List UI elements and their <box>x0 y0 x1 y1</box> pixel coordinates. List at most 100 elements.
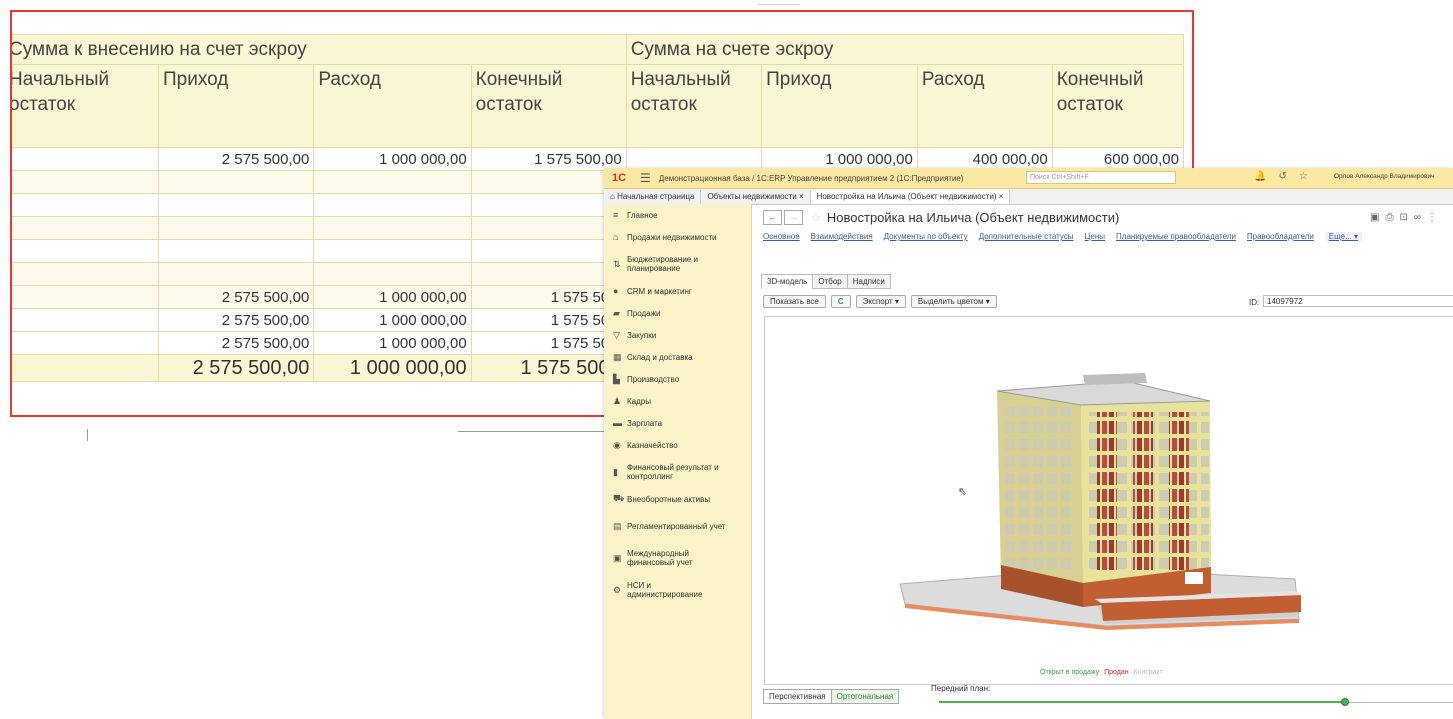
table-cell <box>158 262 315 286</box>
tab-real-estate-objects[interactable]: Объекты недвижимости × <box>701 190 811 204</box>
table-cell <box>158 193 315 217</box>
total-cell: 1 000 000,00 <box>313 354 472 382</box>
more-vertical-icon[interactable]: ⋮ <box>1427 212 1443 223</box>
refresh-icon[interactable]: C <box>830 295 851 308</box>
link-planned-owners[interactable]: Планируемые правообладатели <box>1116 232 1236 241</box>
more-menu-button[interactable]: Еще... ▾ <box>1324 232 1362 241</box>
link-interactions[interactable]: Взаимодействия <box>811 232 873 241</box>
sidebar-item-label: Производство <box>627 374 680 384</box>
doc-icon: ▤ <box>613 520 622 531</box>
table-cell: 2 575 500,00 <box>158 331 315 355</box>
hamburger-menu-icon[interactable]: ☰ <box>640 171 651 185</box>
sidebar-item-label: Внеоборотные активы <box>627 494 711 504</box>
sidebar-item-main[interactable]: ≡ Главное <box>604 204 751 226</box>
back-arrow-icon[interactable]: ← <box>763 210 782 225</box>
sidebar-item-warehouse[interactable]: ▦ Склад и доставка <box>604 346 751 368</box>
slider-handle[interactable] <box>1340 698 1349 706</box>
sidebar-item-production[interactable]: ▙ Производство <box>604 368 751 390</box>
table-cell: 1 000 000,00 <box>313 147 472 171</box>
sidebar-item-label: Продажи <box>627 308 661 318</box>
sidebar-item-financial-result[interactable]: ▮ Финансовый результат и контроллинг <box>604 456 751 488</box>
legend-contract: Контракт <box>1133 669 1163 676</box>
link-owners[interactable]: Правообладатели <box>1247 232 1314 241</box>
3d-model-viewport[interactable]: Открыт в продажу Продан Контракт ⇖ <box>764 316 1453 685</box>
table-cell: 2 575 500,00 <box>158 147 315 171</box>
highlight-color-button[interactable]: Выделить цветом ▾ <box>910 295 997 308</box>
link-extra-statuses[interactable]: Дополнительные статусы <box>979 232 1074 241</box>
tab-3d-model[interactable]: 3D-модель <box>761 274 814 289</box>
title-bar: 1С ☰ Демонстрационная база / 1С:ERP Упра… <box>604 168 1453 189</box>
person-icon: ♟ <box>613 395 622 406</box>
table-cell <box>12 239 160 263</box>
table-cell: 1 575 500, <box>470 308 627 332</box>
table-cell: 1 000 000,00 <box>313 308 472 332</box>
export-button[interactable]: Экспорт ▾ <box>855 295 906 308</box>
col-header-out: Расход <box>916 64 1053 148</box>
table-cell: 1 000 000,00 <box>313 331 472 355</box>
sidebar-item-fixed-assets[interactable]: ⛟ Внеоборотные активы <box>604 488 751 510</box>
table-cell: 2 575 500,00 <box>158 285 315 309</box>
bell-icon[interactable]: 🔔 <box>1254 171 1278 182</box>
tab-new-building[interactable]: Новостройка на Ильича (Объект недвижимос… <box>810 190 1011 204</box>
sidebar-item-label: CRM и маркетинг <box>627 286 692 296</box>
table-cell: 1 000 000,00 <box>313 285 472 309</box>
col-header-in: Приход <box>158 64 315 148</box>
sidebar-item-admin[interactable]: ⚙ НСИ и администрирование <box>604 574 751 606</box>
sidebar-item-label: Бюджетирование и планирование <box>627 255 698 273</box>
sidebar-item-sales[interactable]: ▰ Продажи <box>604 302 751 324</box>
table-cell <box>12 170 160 194</box>
sidebar-item-salary[interactable]: ▬ Зарплата <box>604 412 751 434</box>
orthogonal-view-button[interactable]: Ортогональная <box>830 689 900 704</box>
link-documents[interactable]: Документы по объекту <box>884 232 968 241</box>
global-search-input[interactable]: Поиск Ctrl+Shift+F <box>1026 171 1176 184</box>
sidebar-item-purchases[interactable]: ▽ Закупки <box>604 324 751 346</box>
link-prices[interactable]: Цены <box>1085 232 1106 241</box>
show-all-button[interactable]: Показать все <box>763 295 826 308</box>
table-cell <box>12 331 160 355</box>
tab-home[interactable]: ⌂ Начальная страница <box>604 190 702 204</box>
tab-captions[interactable]: Надписи <box>846 274 891 289</box>
table-cell <box>313 239 472 263</box>
link-icon[interactable]: ∞ <box>1414 212 1427 223</box>
tab-filter[interactable]: Отбор <box>812 274 848 289</box>
table-cell <box>470 216 627 240</box>
sidebar-item-crm[interactable]: ● CRM и маркетинг <box>604 280 751 302</box>
table-cell <box>470 170 627 194</box>
perspective-view-button[interactable]: Перспективная <box>763 689 832 704</box>
link-main[interactable]: Основное <box>763 232 800 241</box>
col-header-end: Конечный остаток <box>1051 64 1185 148</box>
gear-icon: ⚙ <box>613 584 622 595</box>
forward-arrow-icon[interactable]: → <box>784 210 803 225</box>
divider-line <box>458 431 608 432</box>
favorite-star-icon[interactable]: ☆ <box>811 211 821 224</box>
model-tabs: 3D-модель Отбор Надписи <box>761 274 891 289</box>
bag-icon: ▰ <box>613 307 620 318</box>
sidebar-item-hr[interactable]: ♟ Кадры <box>604 390 751 412</box>
treasury-icon: ◉ <box>613 439 621 450</box>
table-cell <box>470 239 627 263</box>
front-plan-slider[interactable] <box>939 698 1453 706</box>
preview-icon[interactable]: ⊡ <box>1399 212 1413 223</box>
table-cell: 1 575 500, <box>470 285 627 309</box>
sidebar-item-realty-sales[interactable]: ⌂ Продажи недвижимости <box>604 226 751 248</box>
history-icon[interactable]: ↺ <box>1278 171 1298 182</box>
sidebar-item-label: Продажи недвижимости <box>627 232 717 242</box>
id-field[interactable]: 14097972 <box>1263 295 1453 307</box>
star-icon[interactable]: ☆ <box>1299 171 1320 182</box>
money-icon: ▬ <box>613 418 622 428</box>
sidebar-item-treasury[interactable]: ◉ Казначейство <box>604 434 751 456</box>
sidebar-item-budgeting[interactable]: ⇅ Бюджетирование и планирование <box>604 248 751 280</box>
building-3d-model[interactable] <box>765 317 1453 684</box>
table-cell <box>12 216 160 240</box>
save-icon[interactable]: ▣ <box>1370 212 1385 223</box>
col-header-end: Конечный остаток <box>470 64 627 148</box>
form-section-links: Основное Взаимодействия Документы по объ… <box>763 232 1362 241</box>
model-toolbar: Показать все C Экспорт ▾ Выделить цветом… <box>763 295 997 308</box>
sidebar-item-regulated-accounting[interactable]: ▤ Регламентированный учет <box>604 510 751 542</box>
sidebar-item-ifrs[interactable]: ▣ Международный финансовый учет <box>604 542 751 574</box>
object-form: ← → ☆ Новостройка на Ильича (Объект недв… <box>751 204 1453 719</box>
user-name[interactable]: Орлов Александр Владимирович <box>1334 173 1434 180</box>
status-legend: Открыт в продажу Продан Контракт <box>1040 669 1163 676</box>
warehouse-icon: ▦ <box>613 351 622 362</box>
print-icon[interactable]: ⎙ <box>1385 212 1399 223</box>
